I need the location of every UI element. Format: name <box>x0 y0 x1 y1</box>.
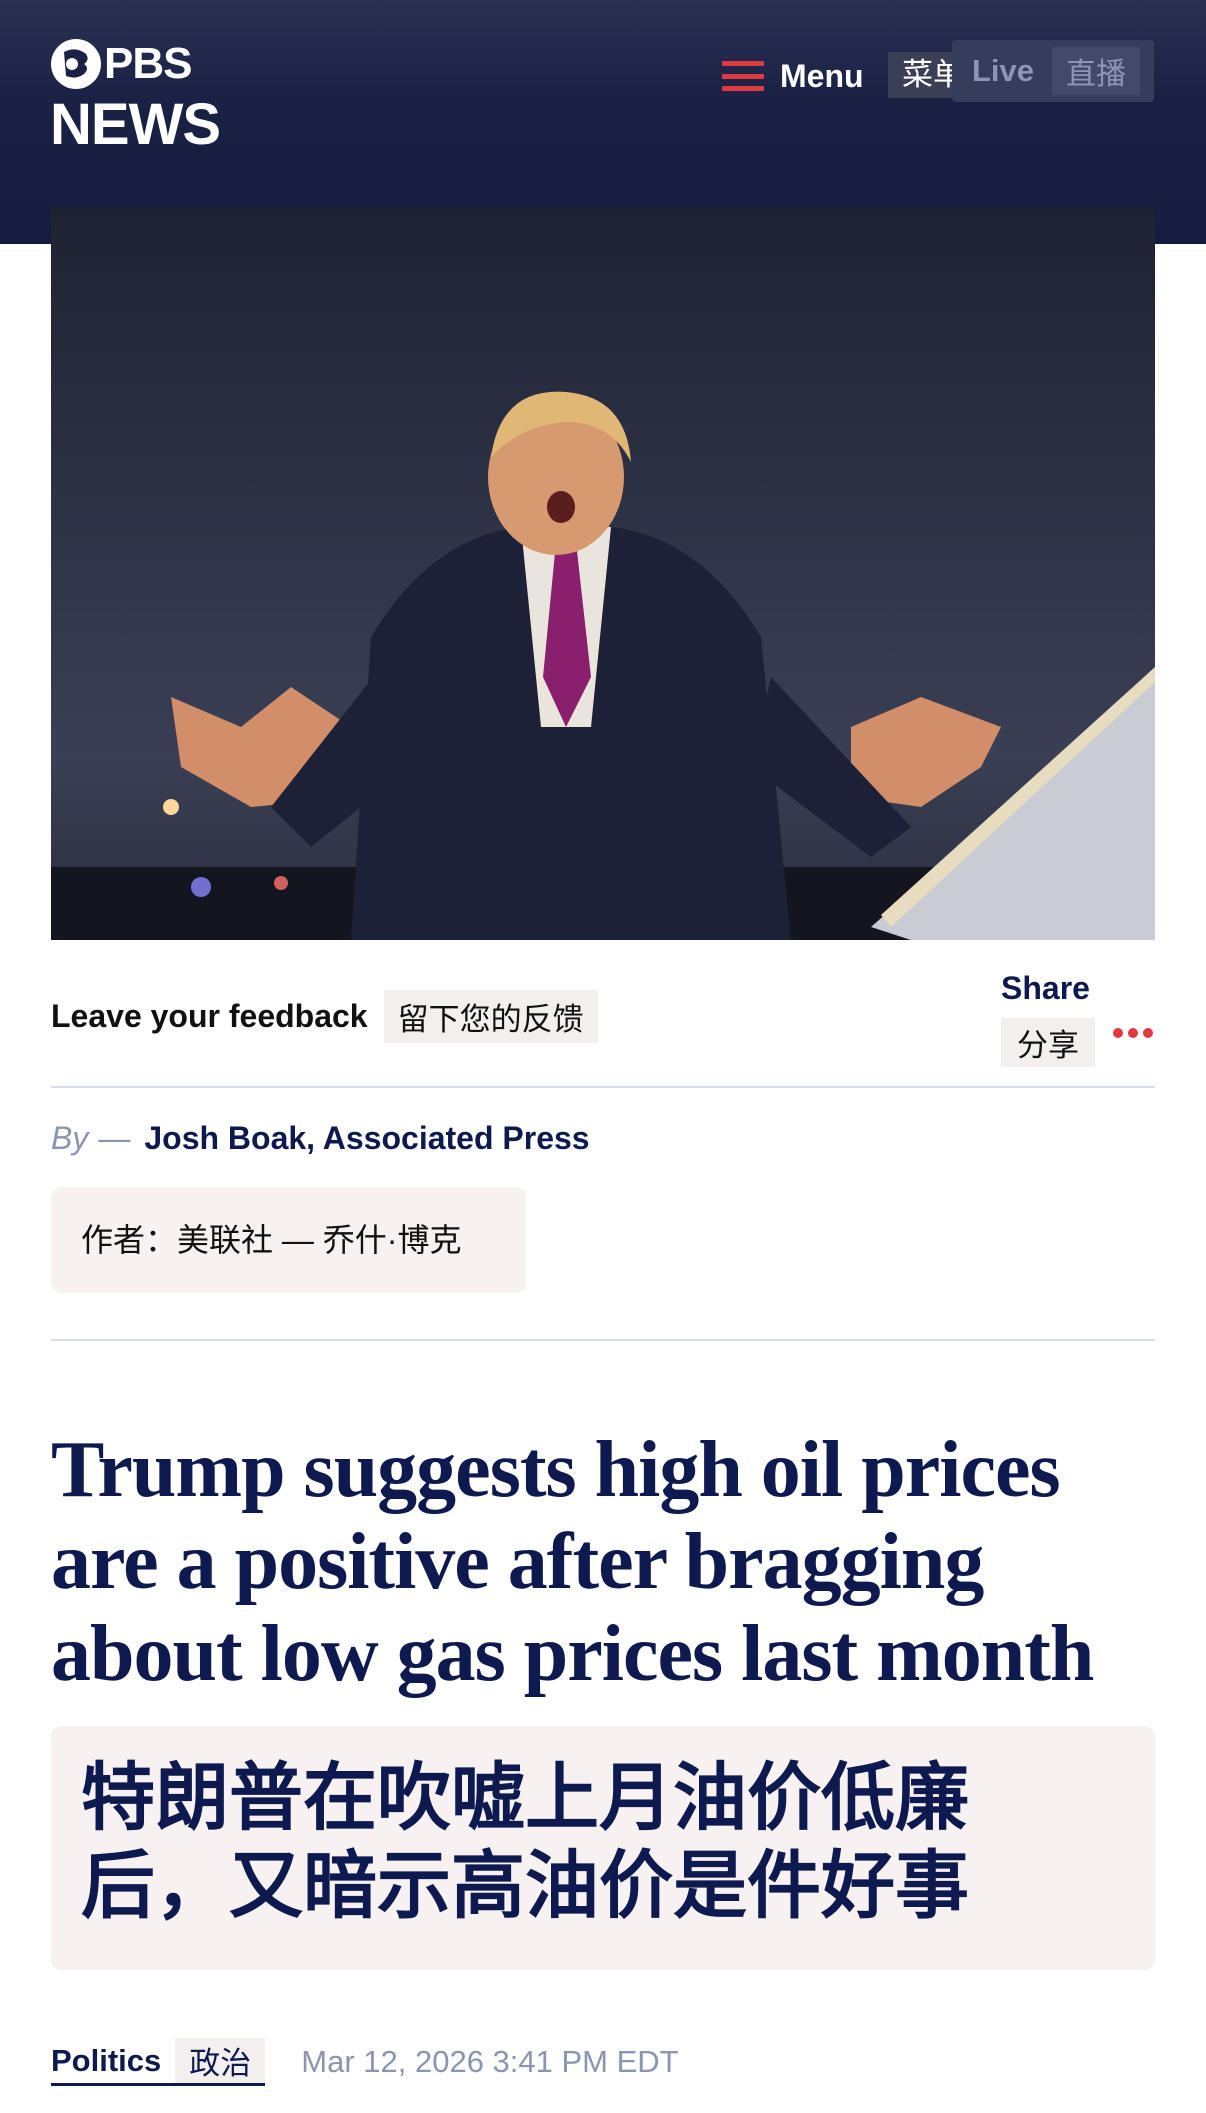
article-headline: Trump suggests high oil prices are a pos… <box>51 1426 1094 1698</box>
share-label-cn: 分享 <box>1001 1018 1095 1067</box>
byline-dash: — <box>98 1120 131 1156</box>
logo-news-text: NEWS <box>50 92 221 157</box>
share-button[interactable]: Share <box>1001 970 1090 1006</box>
hamburger-icon <box>722 61 764 91</box>
divider <box>51 1339 1155 1341</box>
hero-photo <box>51 207 1155 940</box>
divider <box>51 1086 1155 1088</box>
category-link[interactable]: Politics 政治 <box>51 2038 266 2086</box>
photo-icon <box>51 207 1155 940</box>
byline: By — Josh Boak, Associated Press <box>51 1120 590 1157</box>
logo-pbs-text: PBS <box>104 39 192 88</box>
feedback-link[interactable]: Leave your feedback <box>51 998 368 1035</box>
live-button[interactable]: Live 直播 <box>952 40 1154 102</box>
live-label: Live <box>972 53 1035 88</box>
byline-author-link[interactable]: Josh Boak, Associated Press <box>144 1120 589 1157</box>
menu-button[interactable]: Menu <box>722 54 864 98</box>
byline-by: By <box>51 1120 89 1156</box>
headline-cn-line-1: 特朗普在吹嘘上月油价低廉 <box>81 1756 969 1839</box>
byline-cn: 作者：美联社 — 乔什·博克 <box>51 1187 526 1293</box>
article-headline-cn: 特朗普在吹嘘上月油价低廉 后，又暗示高油价是件好事 <box>51 1726 1155 1970</box>
menu-label: Menu <box>780 57 864 94</box>
feedback-label-cn: 留下您的反馈 <box>383 990 598 1043</box>
category-label-cn: 政治 <box>175 2038 266 2083</box>
feedback-row: Leave your feedback 留下您的反馈 <box>51 990 598 1043</box>
headline-cn-line-2: 后，又暗示高油价是件好事 <box>81 1844 969 1927</box>
live-label-cn: 直播 <box>1052 47 1141 95</box>
more-dots-icon[interactable] <box>1113 1028 1153 1038</box>
pbs-news-logo[interactable]: PBS NEWS <box>50 36 221 157</box>
category-label: Politics <box>51 2042 162 2078</box>
publish-date: Mar 12, 2026 3:41 PM EDT <box>301 2044 679 2079</box>
article-meta: Politics 政治 Mar 12, 2026 3:41 PM EDT <box>51 2038 679 2086</box>
pbs-head-logo-icon <box>51 39 101 89</box>
share-block: Share 分享 <box>1001 970 1156 1067</box>
